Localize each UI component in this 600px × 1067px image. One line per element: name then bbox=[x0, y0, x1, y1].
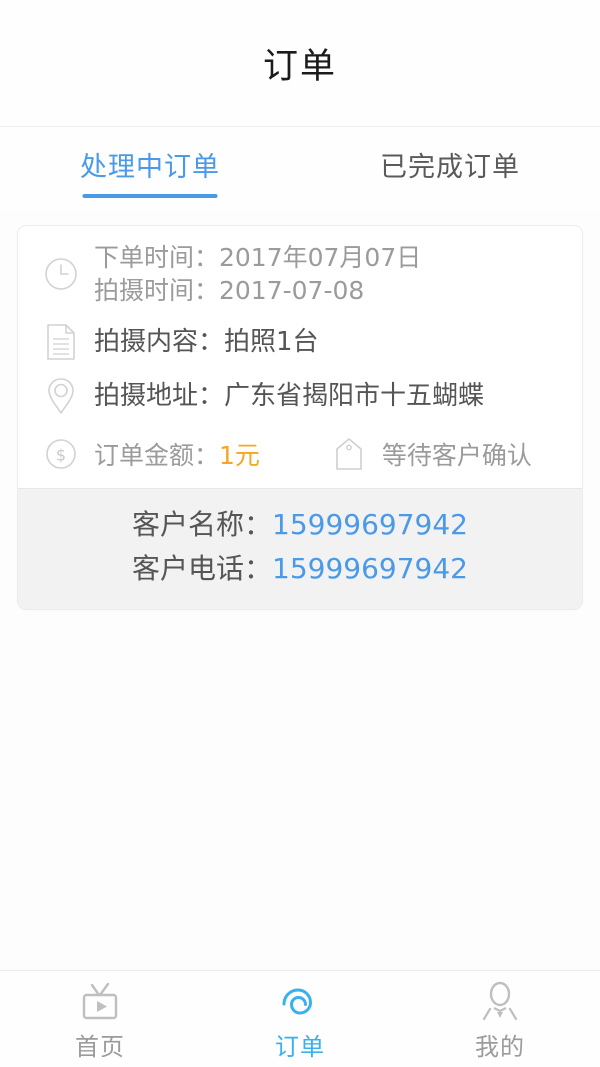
nav-item-profile-label: 我的 bbox=[475, 1033, 525, 1061]
clock-icon bbox=[40, 253, 82, 295]
customer-info-block: 客户名称：15999697942 客户电话：15999697942 bbox=[18, 488, 582, 609]
order-amount-value: 1元 bbox=[219, 441, 260, 470]
order-amount-row: $ 订单金额： 1元 等待客户确认 bbox=[18, 427, 582, 488]
order-address-text: 拍摄地址：广东省揭阳市十五蝴蝶 bbox=[94, 381, 485, 411]
customer-phone-label: 客户电话： bbox=[132, 552, 273, 585]
svg-text:$: $ bbox=[56, 446, 66, 465]
person-icon bbox=[478, 980, 522, 1024]
page-title: 订单 bbox=[262, 46, 337, 87]
nav-item-home[interactable]: 首页 bbox=[0, 971, 200, 1067]
order-content-row: 拍摄内容：拍照1台 bbox=[18, 315, 582, 369]
customer-name-label: 客户名称： bbox=[132, 508, 273, 541]
order-tabs: 处理中订单 已完成订单 bbox=[0, 127, 600, 211]
order-content-text: 拍摄内容：拍照1台 bbox=[94, 327, 319, 357]
tab-processing-orders-label: 处理中订单 bbox=[80, 152, 220, 183]
shoot-time-text: 拍摄时间：2017-07-08 bbox=[94, 276, 365, 305]
order-amount-label: 订单金额： bbox=[94, 441, 220, 470]
nav-item-home-label: 首页 bbox=[75, 1033, 125, 1061]
nav-item-orders-label: 订单 bbox=[275, 1033, 325, 1061]
customer-name-row: 客户名称：15999697942 bbox=[18, 503, 582, 547]
tab-completed-orders[interactable]: 已完成订单 bbox=[300, 127, 600, 211]
dollar-circle-icon: $ bbox=[40, 433, 82, 475]
spiral-icon bbox=[278, 980, 322, 1024]
tab-active-indicator bbox=[82, 194, 218, 198]
customer-phone-row: 客户电话：15999697942 bbox=[18, 547, 582, 591]
app-header: 订单 bbox=[0, 0, 600, 127]
location-pin-icon bbox=[40, 375, 82, 417]
orders-list: 下单时间：2017年07月07日 拍摄时间：2017-07-08 拍摄内容：拍照… bbox=[0, 211, 600, 970]
bottom-navigation: 首页 订单 我的 bbox=[0, 970, 600, 1067]
tag-icon bbox=[328, 433, 370, 475]
tab-completed-orders-label: 已完成订单 bbox=[380, 152, 520, 183]
order-time-text: 下单时间：2017年07月07日 bbox=[94, 243, 422, 272]
document-icon bbox=[40, 321, 82, 363]
app-screen: 订单 处理中订单 已完成订单 下单时间：2017年07月07日 拍摄时间：201… bbox=[0, 0, 600, 1067]
customer-phone-value[interactable]: 15999697942 bbox=[272, 552, 468, 585]
order-status: 等待客户确认 bbox=[328, 433, 532, 475]
tv-play-icon bbox=[78, 980, 122, 1024]
nav-item-orders[interactable]: 订单 bbox=[200, 971, 400, 1067]
customer-name-value[interactable]: 15999697942 bbox=[272, 508, 468, 541]
order-time-row: 下单时间：2017年07月07日 拍摄时间：2017-07-08 bbox=[18, 226, 582, 315]
nav-item-profile[interactable]: 我的 bbox=[400, 971, 600, 1067]
order-card[interactable]: 下单时间：2017年07月07日 拍摄时间：2017-07-08 拍摄内容：拍照… bbox=[17, 225, 583, 610]
tab-processing-orders[interactable]: 处理中订单 bbox=[0, 127, 300, 211]
order-address-row: 拍摄地址：广东省揭阳市十五蝴蝶 bbox=[18, 369, 582, 427]
order-status-text: 等待客户确认 bbox=[381, 441, 532, 470]
